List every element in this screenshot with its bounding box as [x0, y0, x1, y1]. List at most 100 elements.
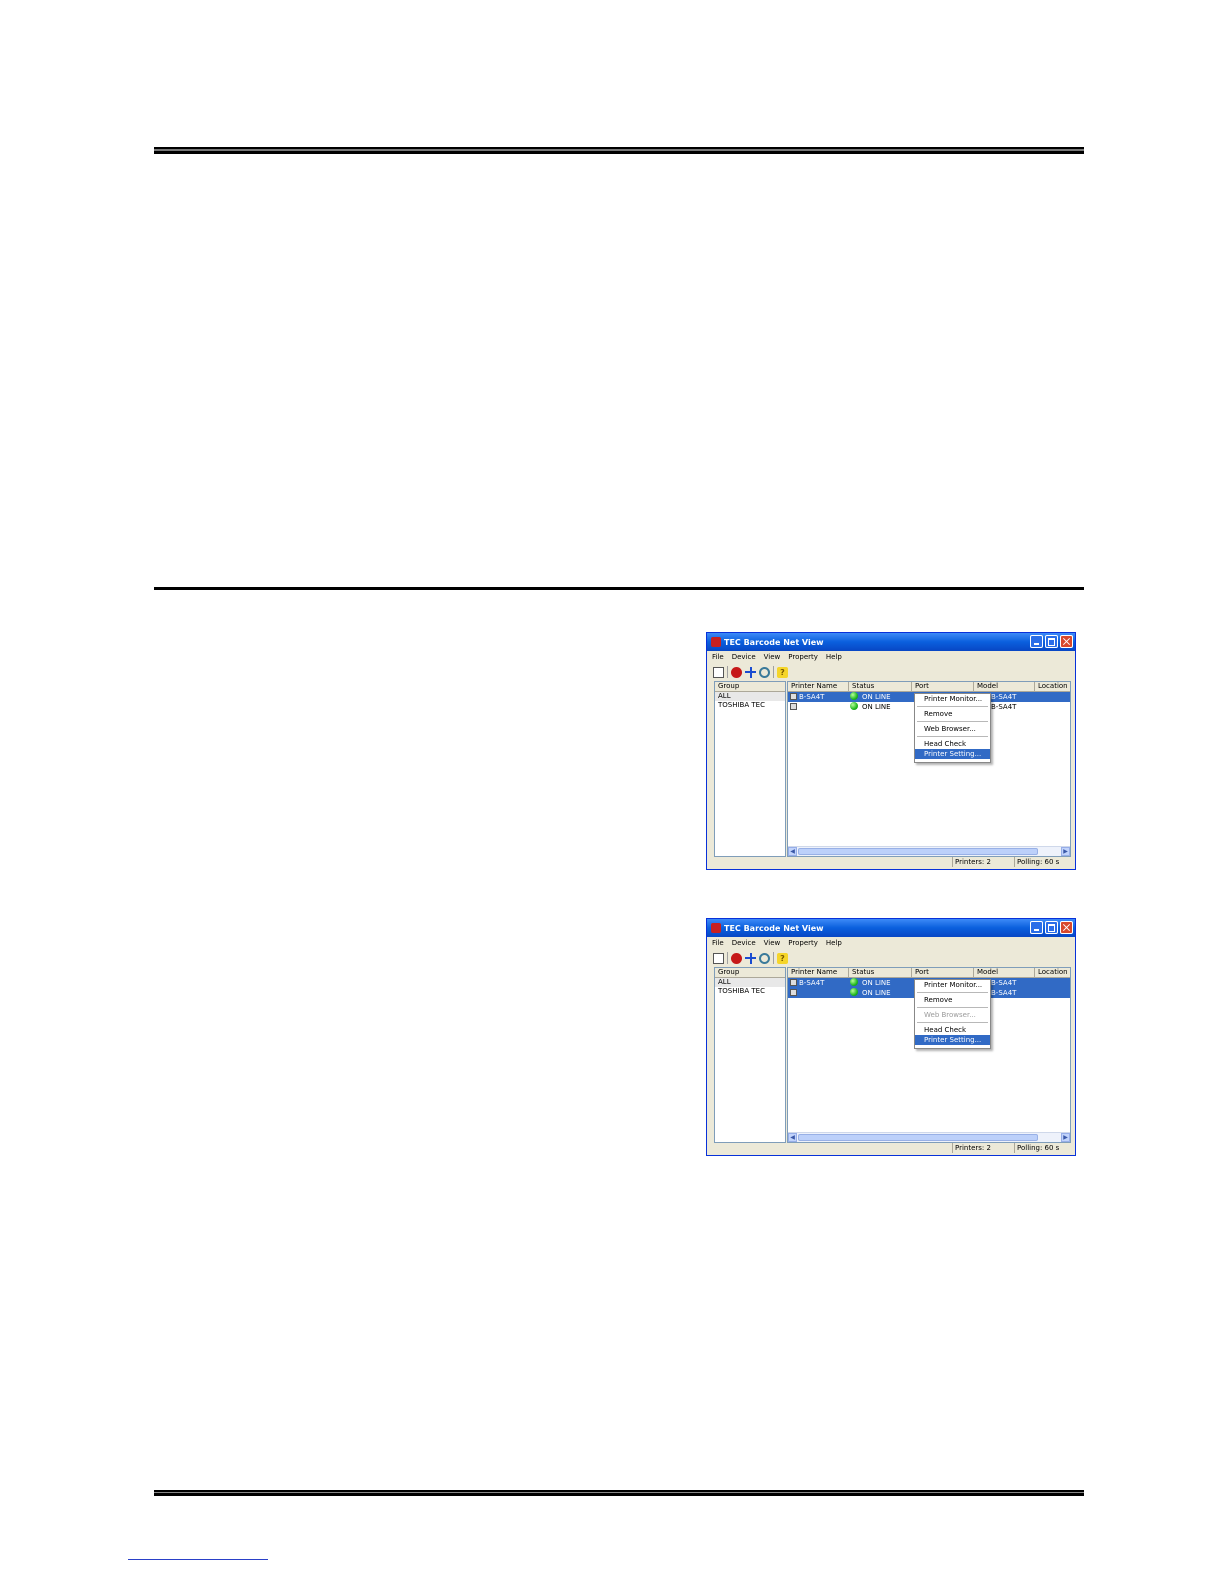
menu-item-web-browser[interactable]: Web Browser... — [915, 724, 990, 734]
close-button[interactable] — [1060, 921, 1073, 934]
column-model[interactable]: Model — [974, 682, 1035, 691]
toolbar: ? — [713, 665, 788, 679]
menu-item-remove[interactable]: Remove — [915, 995, 990, 1005]
printer-model: B-SA4T — [991, 989, 1017, 997]
group-item-toshiba-tec[interactable]: TOSHIBA TEC — [715, 701, 785, 710]
stop-icon[interactable] — [731, 952, 742, 964]
group-item-all[interactable]: ALL — [715, 978, 785, 987]
menu-property[interactable]: Property — [787, 939, 819, 949]
printer-icon — [790, 979, 797, 986]
printer-icon — [790, 989, 797, 996]
menu-help[interactable]: Help — [825, 939, 843, 949]
menu-item-remove[interactable]: Remove — [915, 709, 990, 719]
online-status-icon — [850, 978, 858, 986]
menu-separator — [917, 736, 988, 737]
menu-file[interactable]: File — [711, 939, 725, 949]
menu-bar: File Device View Property Help — [711, 653, 843, 663]
column-model[interactable]: Model — [974, 968, 1035, 977]
column-printer-name[interactable]: Printer Name — [788, 968, 849, 977]
menu-separator — [917, 721, 988, 722]
scroll-right-icon[interactable]: ▶ — [1061, 847, 1070, 856]
menu-view[interactable]: View — [763, 939, 782, 949]
help-icon[interactable]: ? — [777, 952, 788, 964]
group-item-toshiba-tec[interactable]: TOSHIBA TEC — [715, 987, 785, 996]
column-status[interactable]: Status — [849, 968, 912, 977]
scroll-right-icon[interactable]: ▶ — [1061, 1133, 1070, 1142]
menu-item-printer-monitor[interactable]: Printer Monitor... — [915, 694, 990, 704]
window-title: TEC Barcode Net View — [724, 638, 824, 647]
printer-model: B-SA4T — [991, 979, 1017, 987]
add-icon[interactable] — [745, 952, 756, 964]
close-button[interactable] — [1060, 635, 1073, 648]
menu-bar: File Device View Property Help — [711, 939, 843, 949]
horizontal-scrollbar[interactable]: ◀ ▶ — [788, 1132, 1070, 1142]
list-header: Printer Name Status Port Model Location — [788, 968, 1070, 978]
scroll-thumb[interactable] — [798, 1134, 1038, 1141]
column-status[interactable]: Status — [849, 682, 912, 691]
context-menu: Printer Monitor... Remove Web Browser...… — [914, 693, 991, 763]
menu-help[interactable]: Help — [825, 653, 843, 663]
menu-device[interactable]: Device — [731, 939, 757, 949]
printer-status: ON LINE — [862, 693, 891, 701]
column-location[interactable]: Location — [1035, 968, 1070, 977]
new-window-icon[interactable] — [713, 952, 724, 964]
printer-count: Printers: 2 — [952, 857, 1013, 867]
scroll-left-icon[interactable]: ◀ — [788, 1133, 797, 1142]
printer-status: ON LINE — [862, 979, 891, 987]
polling-interval: Polling: 60 s — [1014, 857, 1072, 867]
title-bar[interactable]: TEC Barcode Net View — [707, 633, 1075, 651]
menu-item-printer-setting[interactable]: Printer Setting... — [915, 1035, 990, 1045]
toolbar-separator — [727, 952, 728, 964]
column-printer-name[interactable]: Printer Name — [788, 682, 849, 691]
horizontal-scrollbar[interactable]: ◀ ▶ — [788, 846, 1070, 856]
menu-item-web-browser: Web Browser... — [924, 1011, 976, 1019]
app-icon — [711, 923, 721, 933]
menu-item-printer-setting[interactable]: Printer Setting... — [915, 749, 990, 759]
group-item-all[interactable]: ALL — [715, 692, 785, 701]
header-rule — [154, 147, 1084, 154]
maximize-button[interactable] — [1045, 635, 1058, 648]
printer-model: B-SA4T — [991, 703, 1017, 711]
add-icon[interactable] — [745, 666, 756, 678]
group-header[interactable]: Group — [715, 968, 785, 978]
title-bar[interactable]: TEC Barcode Net View — [707, 919, 1075, 937]
online-status-icon — [850, 692, 858, 700]
group-panel: Group ALL TOSHIBA TEC — [714, 967, 786, 1143]
net-view-window-1: TEC Barcode Net View File Device View Pr… — [706, 632, 1076, 870]
scroll-left-icon[interactable]: ◀ — [788, 847, 797, 856]
toolbar-separator — [727, 666, 728, 678]
net-view-window-2: TEC Barcode Net View File Device View Pr… — [706, 918, 1076, 1156]
column-port[interactable]: Port — [912, 968, 974, 977]
stop-icon[interactable] — [731, 666, 742, 678]
menu-item-head-check[interactable]: Head Check — [915, 739, 990, 749]
refresh-icon[interactable] — [759, 952, 770, 964]
menu-item-printer-monitor[interactable]: Printer Monitor... — [915, 980, 990, 990]
group-header[interactable]: Group — [715, 682, 785, 692]
context-menu: Printer Monitor... Remove Web Browser...… — [914, 979, 991, 1049]
menu-file[interactable]: File — [711, 653, 725, 663]
maximize-button[interactable] — [1045, 921, 1058, 934]
menu-property[interactable]: Property — [787, 653, 819, 663]
column-port[interactable]: Port — [912, 682, 974, 691]
printer-count: Printers: 2 — [952, 1143, 1013, 1153]
refresh-icon[interactable] — [759, 666, 770, 678]
new-window-icon[interactable] — [713, 666, 724, 678]
status-bar: Printers: 2 Polling: 60 s — [710, 857, 1072, 867]
scroll-thumb[interactable] — [798, 848, 1038, 855]
minimize-button[interactable] — [1030, 921, 1043, 934]
status-bar: Printers: 2 Polling: 60 s — [710, 1143, 1072, 1153]
menu-view[interactable]: View — [763, 653, 782, 663]
list-header: Printer Name Status Port Model Location — [788, 682, 1070, 692]
toolbar-separator — [773, 666, 774, 678]
menu-separator — [917, 1022, 988, 1023]
menu-item-head-check[interactable]: Head Check — [915, 1025, 990, 1035]
column-location[interactable]: Location — [1035, 682, 1070, 691]
online-status-icon — [850, 702, 858, 710]
minimize-button[interactable] — [1030, 635, 1043, 648]
printer-name: B-SA4T — [799, 693, 825, 701]
printer-name: B-SA4T — [799, 979, 825, 987]
help-icon[interactable]: ? — [777, 666, 788, 678]
group-panel: Group ALL TOSHIBA TEC — [714, 681, 786, 857]
footer-link[interactable] — [128, 1559, 268, 1560]
menu-device[interactable]: Device — [731, 653, 757, 663]
